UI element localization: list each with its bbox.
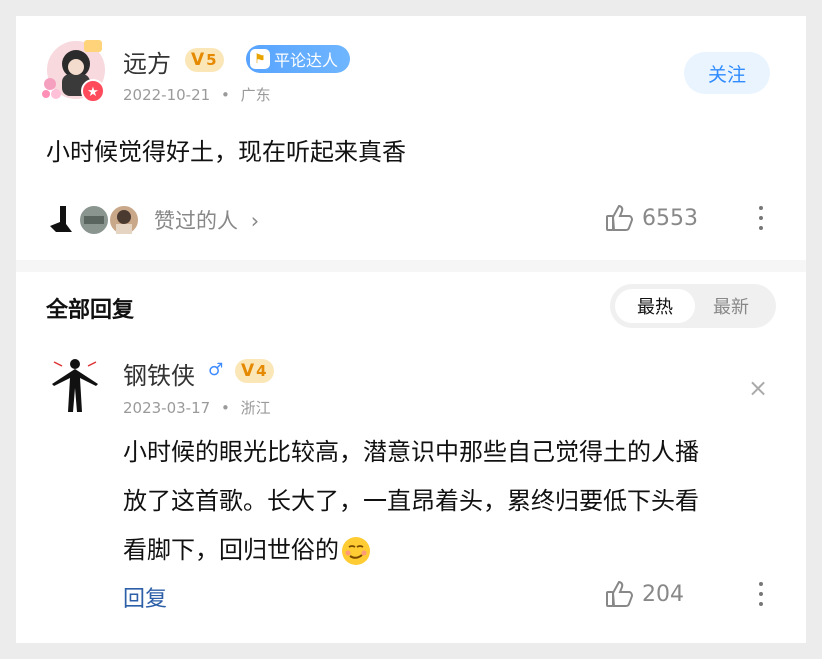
commenter-badge[interactable]: ⚑ 平论达人	[246, 45, 351, 73]
post-date: 2022-10-21	[123, 86, 211, 104]
reply-location: 浙江	[240, 399, 271, 417]
reply-date: 2023-03-17	[123, 399, 211, 417]
sort-new-tab[interactable]: 最新	[691, 289, 771, 323]
reply-content: 小时候的眼光比较高，潜意识中那些自己觉得土的人播 放了这首歌。长大了，一直昂着头…	[123, 428, 699, 575]
svg-text:★: ★	[87, 85, 99, 100]
post-more-icon[interactable]	[758, 206, 764, 230]
reply-level-badge: V4	[235, 359, 274, 383]
post-like-button[interactable]: 6553	[604, 202, 698, 234]
reply-button[interactable]: 回复	[123, 581, 167, 613]
replies-title: 全部回复	[46, 298, 135, 323]
post-avatar[interactable]: ★	[40, 36, 108, 104]
reply-line-2: 放了这首歌。长大了，一直昂着头，累终归要低下头看	[123, 487, 699, 515]
liked-by-avatars[interactable]	[46, 200, 146, 240]
reply-like-button[interactable]: 204	[604, 578, 684, 610]
post-content: 小时候觉得好土，现在听起来真香	[46, 138, 406, 166]
reply-line-3-wrap: 看脚下，回归世俗的	[123, 526, 699, 575]
reply-avatar[interactable]	[48, 356, 102, 416]
post-like-count: 6553	[642, 205, 698, 231]
reply-more-icon[interactable]	[758, 582, 764, 606]
thumbs-up-icon	[606, 580, 634, 607]
badge-label: 平论达人	[274, 51, 339, 70]
section-divider	[16, 260, 806, 272]
liked-by-link[interactable]: 赞过的人 ›	[154, 205, 259, 235]
post-location: 广东	[240, 86, 271, 104]
sort-hot-tab[interactable]: 最热	[615, 289, 695, 323]
reply-line-3: 看脚下，回归世俗的	[123, 536, 339, 564]
sort-toggle: 最热 最新	[610, 284, 776, 328]
meta-dot: •	[220, 86, 230, 104]
post-level-badge: V5	[185, 48, 224, 72]
post-meta: 2022-10-21 • 广东	[123, 84, 271, 105]
close-icon[interactable]: ×	[748, 376, 768, 400]
follow-button[interactable]: 关注	[684, 52, 770, 94]
male-icon: ♂	[208, 360, 224, 380]
chevron-right-icon: ›	[250, 209, 260, 233]
reply-line-1: 小时候的眼光比较高，潜意识中那些自己觉得土的人播	[123, 438, 699, 466]
level-v-icon: V	[241, 361, 254, 381]
meta-dot: •	[220, 399, 230, 417]
post-username[interactable]: 远方	[123, 44, 171, 79]
liked-by-label: 赞过的人	[154, 209, 238, 233]
level-v-icon: V	[191, 50, 204, 70]
reply-meta: 2023-03-17 • 浙江	[123, 397, 271, 418]
badge-flag-icon: ⚑	[250, 49, 270, 69]
thumbs-up-icon	[606, 204, 634, 231]
comment-card: ★ 远方 V5 ⚑ 平论达人 2022-10-21 • 广东 关注 小时候觉得好土…	[16, 16, 806, 643]
reply-username[interactable]: 钢铁侠	[123, 356, 195, 391]
smirk-emoji-icon	[342, 536, 370, 565]
reply-like-count: 204	[642, 581, 684, 607]
